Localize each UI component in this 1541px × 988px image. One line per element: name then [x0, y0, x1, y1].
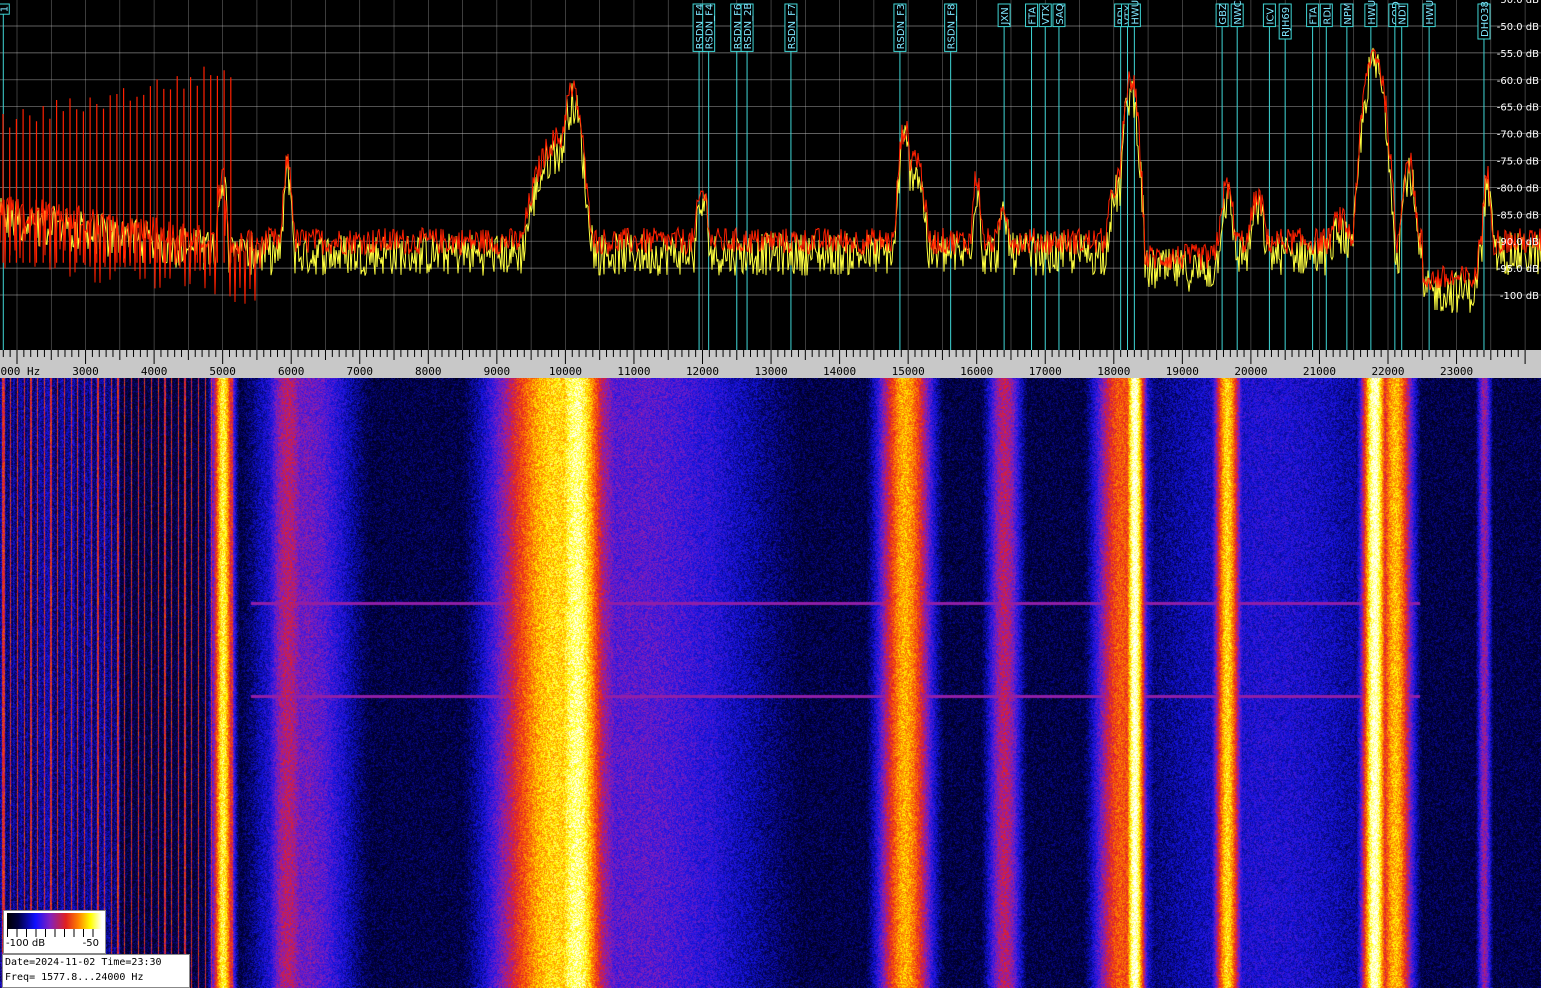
- freq-tick-label: 2000 Hz: [0, 365, 40, 378]
- freq-tick-label: 13000: [754, 365, 787, 378]
- marker-label: NWC: [1233, 0, 1244, 24]
- freq-tick-label: 7000: [347, 365, 374, 378]
- date-time-line: Date=2024-11-02 Time=23:30: [5, 957, 162, 968]
- station-marker[interactable]: RSDN_F4: [702, 3, 716, 350]
- info-box: Date=2024-11-02 Time=23:30 Freq= 1577.8.…: [2, 954, 190, 988]
- marker-label: RSDN_F7: [787, 4, 798, 50]
- colorbar-gradient: [7, 913, 102, 929]
- station-marker[interactable]: FTA: [1025, 3, 1039, 350]
- marker-label: JXN: [1000, 7, 1011, 25]
- station-marker[interactable]: RDL: [1319, 3, 1333, 350]
- db-label: -50.0 dB: [1497, 22, 1539, 33]
- freq-tick-label: 12000: [686, 365, 719, 378]
- db-label: -65.0 dB: [1497, 103, 1539, 114]
- marker-label: FTA: [1028, 7, 1039, 25]
- marker-label: NDT: [1398, 2, 1409, 24]
- marker-label: 1: [0, 6, 10, 12]
- station-marker[interactable]: NDT: [1395, 2, 1409, 350]
- station-marker[interactable]: 1: [0, 3, 10, 350]
- db-label: -80.0 dB: [1497, 183, 1539, 194]
- db-label: -85.0 dB: [1497, 210, 1539, 221]
- colorbar-ticks: [7, 929, 102, 937]
- colorbar-min-label: -100 dB: [6, 938, 46, 949]
- marker-label: NPM: [1343, 2, 1354, 24]
- station-marker[interactable]: JXN: [997, 3, 1011, 350]
- freq-tick-label: 4000: [141, 365, 168, 378]
- freq-tick-label: 3000: [72, 365, 99, 378]
- marker-label: DHO38: [1480, 1, 1491, 37]
- station-marker[interactable]: GBZ: [1215, 3, 1229, 350]
- freq-tick-label: 9000: [484, 365, 511, 378]
- db-label: -90.0 dB: [1497, 237, 1539, 248]
- freq-tick-label: 21000: [1303, 365, 1336, 378]
- marker-label: RSDN_2B: [743, 3, 754, 50]
- frequency-axis[interactable]: 2000 Hz 3000 4000 5000 6000 7000 8000 9000 10000…: [0, 350, 1541, 378]
- station-marker[interactable]: VTX: [1121, 3, 1135, 350]
- marker-label: SAQ: [1055, 3, 1066, 24]
- station-marker[interactable]: SAQ: [1052, 3, 1066, 350]
- marker-label: RSDN_F3: [896, 4, 907, 50]
- freq-tick-label: 20000: [1234, 365, 1267, 378]
- freq-tick-label: 6000: [278, 365, 305, 378]
- station-marker[interactable]: RSDN_F6: [730, 3, 744, 350]
- spectrum-plot[interactable]: 1 RSDN_F4RSDN_F4 RSDN_F6 RSDN_2B RSDN_F7 RSDN…: [0, 0, 1541, 350]
- waterfall-display[interactable]: [0, 378, 1541, 988]
- db-label: -95.0 dB: [1497, 264, 1539, 275]
- colorbar-legend: -100 dB -50: [3, 910, 106, 954]
- station-marker[interactable]: FTA: [1306, 3, 1320, 350]
- station-marker[interactable]: RSDN_2B: [740, 3, 754, 350]
- db-label: 50.0 dB: [1500, 0, 1539, 6]
- freq-tick-label: 15000: [892, 365, 925, 378]
- spectrum-traces: [0, 47, 1541, 313]
- freq-tick-label: 19000: [1166, 365, 1199, 378]
- freq-tick-label: 18000: [1097, 365, 1130, 378]
- station-marker[interactable]: VTX: [1038, 3, 1052, 350]
- freq-tick-label: 10000: [549, 365, 582, 378]
- station-marker[interactable]: RSDN_F4: [692, 3, 706, 350]
- db-label: -70.0 dB: [1497, 130, 1539, 141]
- freq-tick-label: 16000: [960, 365, 993, 378]
- marker-label: ICV: [1265, 8, 1276, 25]
- marker-label: FTA: [1309, 7, 1320, 25]
- freq-range-line: Freq= 1577.8...24000 Hz: [5, 972, 144, 983]
- marker-label: RJH69: [1281, 7, 1292, 37]
- station-marker[interactable]: RSDN_F8: [944, 3, 958, 350]
- marker-label: HWU: [1130, 0, 1141, 25]
- marker-label: GBZ: [1218, 3, 1229, 25]
- marker-label: RDL: [1322, 4, 1333, 25]
- marker-label: HWU: [1425, 0, 1436, 25]
- db-label: -100 dB: [1500, 291, 1539, 302]
- freq-tick-label: 22000: [1371, 365, 1404, 378]
- marker-label: VTX: [1041, 5, 1052, 25]
- db-label: -75.0 dB: [1497, 157, 1539, 168]
- freq-tick-label: 8000: [415, 365, 442, 378]
- station-marker[interactable]: RSDN_F3: [893, 3, 907, 350]
- freq-tick-label: 23000: [1440, 365, 1473, 378]
- station-marker[interactable]: ICV: [1262, 3, 1276, 350]
- freq-tick-label: 5000: [209, 365, 236, 378]
- marker-label: RSDN_F4: [705, 4, 716, 50]
- colorbar-max-label: -50: [82, 938, 99, 949]
- db-label: -55.0 dB: [1497, 49, 1539, 60]
- station-marker[interactable]: DHO38: [1477, 1, 1491, 350]
- marker-label: RSDN_F8: [947, 4, 958, 50]
- station-marker[interactable]: RJH69: [1278, 3, 1292, 350]
- freq-tick-label: 14000: [823, 365, 856, 378]
- station-marker[interactable]: RSDN_F7: [784, 3, 798, 350]
- freq-tick-label: 11000: [617, 365, 650, 378]
- marker-label: HWU: [1367, 0, 1378, 25]
- db-label: -60.0 dB: [1497, 76, 1539, 87]
- freq-tick-label: 17000: [1029, 365, 1062, 378]
- station-marker[interactable]: NPM: [1340, 2, 1354, 350]
